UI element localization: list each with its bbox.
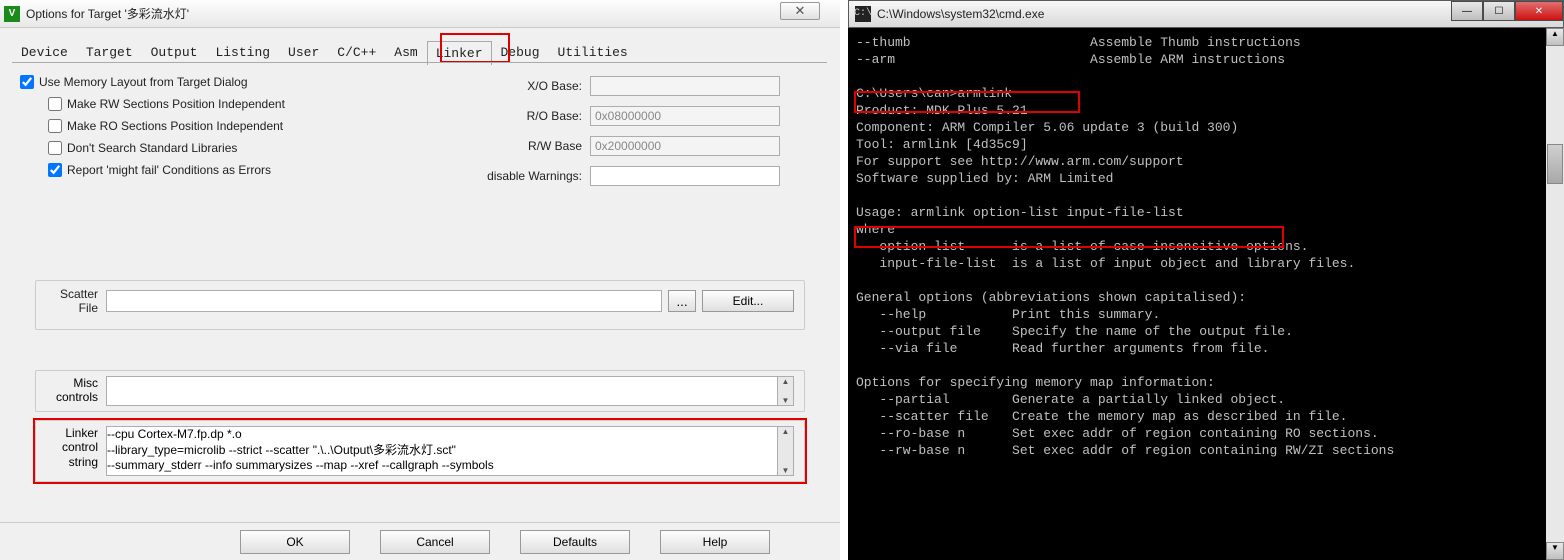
- linker-control-string-text[interactable]: [106, 426, 778, 476]
- minimize-button[interactable]: —: [1451, 1, 1483, 21]
- check-make-ro-label: Make RO Sections Position Independent: [67, 119, 283, 133]
- check-report-might-fail-label: Report 'might fail' Conditions as Errors: [67, 163, 271, 177]
- options-titlebar: V Options for Target '多彩流水灯' ✕: [0, 0, 840, 28]
- xo-base-label: X/O Base:: [470, 79, 590, 93]
- app-icon: V: [4, 6, 20, 22]
- misc-controls-input[interactable]: [106, 376, 778, 406]
- tab-device[interactable]: Device: [12, 40, 77, 64]
- rw-base-input[interactable]: [590, 136, 780, 156]
- cmd-titlebar: C:\ C:\Windows\system32\cmd.exe — ☐ ✕: [848, 0, 1564, 28]
- tab-debug[interactable]: Debug: [492, 40, 549, 64]
- tab-ccpp[interactable]: C/C++: [328, 40, 385, 64]
- scatter-edit-button[interactable]: Edit...: [702, 290, 794, 312]
- ro-base-label: R/O Base:: [470, 109, 590, 123]
- tab-user[interactable]: User: [279, 40, 328, 64]
- dialog-title: Options for Target '多彩流水灯': [26, 5, 189, 22]
- base-addresses: X/O Base: R/O Base: R/W Base disable War…: [470, 75, 780, 195]
- tab-listing[interactable]: Listing: [206, 40, 279, 64]
- cmd-icon: C:\: [855, 6, 871, 22]
- scatter-file-input[interactable]: [106, 290, 662, 312]
- check-use-memory-layout-label: Use Memory Layout from Target Dialog: [39, 75, 248, 89]
- scrollbar-thumb[interactable]: [1547, 144, 1563, 184]
- check-make-ro[interactable]: [48, 119, 62, 133]
- scroll-up-icon: ▲: [778, 427, 793, 436]
- scatter-browse-button[interactable]: ...: [668, 290, 696, 312]
- dialog-button-row: OK Cancel Defaults Help: [0, 522, 840, 560]
- check-make-rw[interactable]: [48, 97, 62, 111]
- close-cmd-button[interactable]: ✕: [1515, 1, 1563, 21]
- check-use-memory-layout[interactable]: [20, 75, 34, 89]
- check-dont-search-label: Don't Search Standard Libraries: [67, 141, 237, 155]
- check-make-rw-label: Make RW Sections Position Independent: [67, 97, 285, 111]
- tab-utilities[interactable]: Utilities: [549, 40, 637, 64]
- options-dialog: V Options for Target '多彩流水灯' ✕ Device Ta…: [0, 0, 840, 560]
- tab-underline: [12, 62, 827, 63]
- cmd-title: C:\Windows\system32\cmd.exe: [877, 7, 1044, 21]
- misc-controls-group: Misc controls ▲ ▼: [35, 370, 805, 412]
- linker-scrollbar[interactable]: ▲ ▼: [778, 426, 794, 476]
- cmd-scrollbar[interactable]: ▲ ▼: [1546, 28, 1564, 560]
- linker-control-label: Linker control string: [46, 426, 106, 469]
- tab-output[interactable]: Output: [142, 40, 207, 64]
- defaults-button[interactable]: Defaults: [520, 530, 630, 554]
- scroll-down-icon: ▼: [778, 396, 793, 405]
- cmd-output[interactable]: --thumb Assemble Thumb instructions --ar…: [848, 28, 1564, 560]
- scroll-down-icon[interactable]: ▼: [1546, 542, 1564, 560]
- scatter-file-label: Scatter File: [46, 287, 106, 316]
- maximize-button[interactable]: ☐: [1483, 1, 1515, 21]
- ok-button[interactable]: OK: [240, 530, 350, 554]
- scroll-up-icon: ▲: [778, 377, 793, 386]
- cmd-window: C:\ C:\Windows\system32\cmd.exe — ☐ ✕ --…: [848, 0, 1564, 560]
- tab-target[interactable]: Target: [77, 40, 142, 64]
- check-report-might-fail[interactable]: [48, 163, 62, 177]
- check-dont-search[interactable]: [48, 141, 62, 155]
- scroll-down-icon: ▼: [778, 466, 793, 475]
- tab-asm[interactable]: Asm: [385, 40, 426, 64]
- help-button[interactable]: Help: [660, 530, 770, 554]
- scatter-file-group: Scatter File ... Edit...: [35, 280, 805, 330]
- misc-scrollbar[interactable]: ▲ ▼: [778, 376, 794, 406]
- disable-warnings-label: disable Warnings:: [470, 169, 590, 183]
- disable-warnings-input[interactable]: [590, 166, 780, 186]
- window-buttons: — ☐ ✕: [1451, 1, 1563, 21]
- close-button[interactable]: ✕: [780, 2, 820, 20]
- ro-base-input[interactable]: [590, 106, 780, 126]
- cancel-button[interactable]: Cancel: [380, 530, 490, 554]
- xo-base-input[interactable]: [590, 76, 780, 96]
- linker-control-string-group: Linker control string ▲ ▼: [35, 420, 805, 482]
- rw-base-label: R/W Base: [470, 139, 590, 153]
- scroll-up-icon[interactable]: ▲: [1546, 28, 1564, 46]
- misc-controls-label: Misc controls: [46, 376, 106, 405]
- tabbar: Device Target Output Listing User C/C++ …: [12, 40, 637, 64]
